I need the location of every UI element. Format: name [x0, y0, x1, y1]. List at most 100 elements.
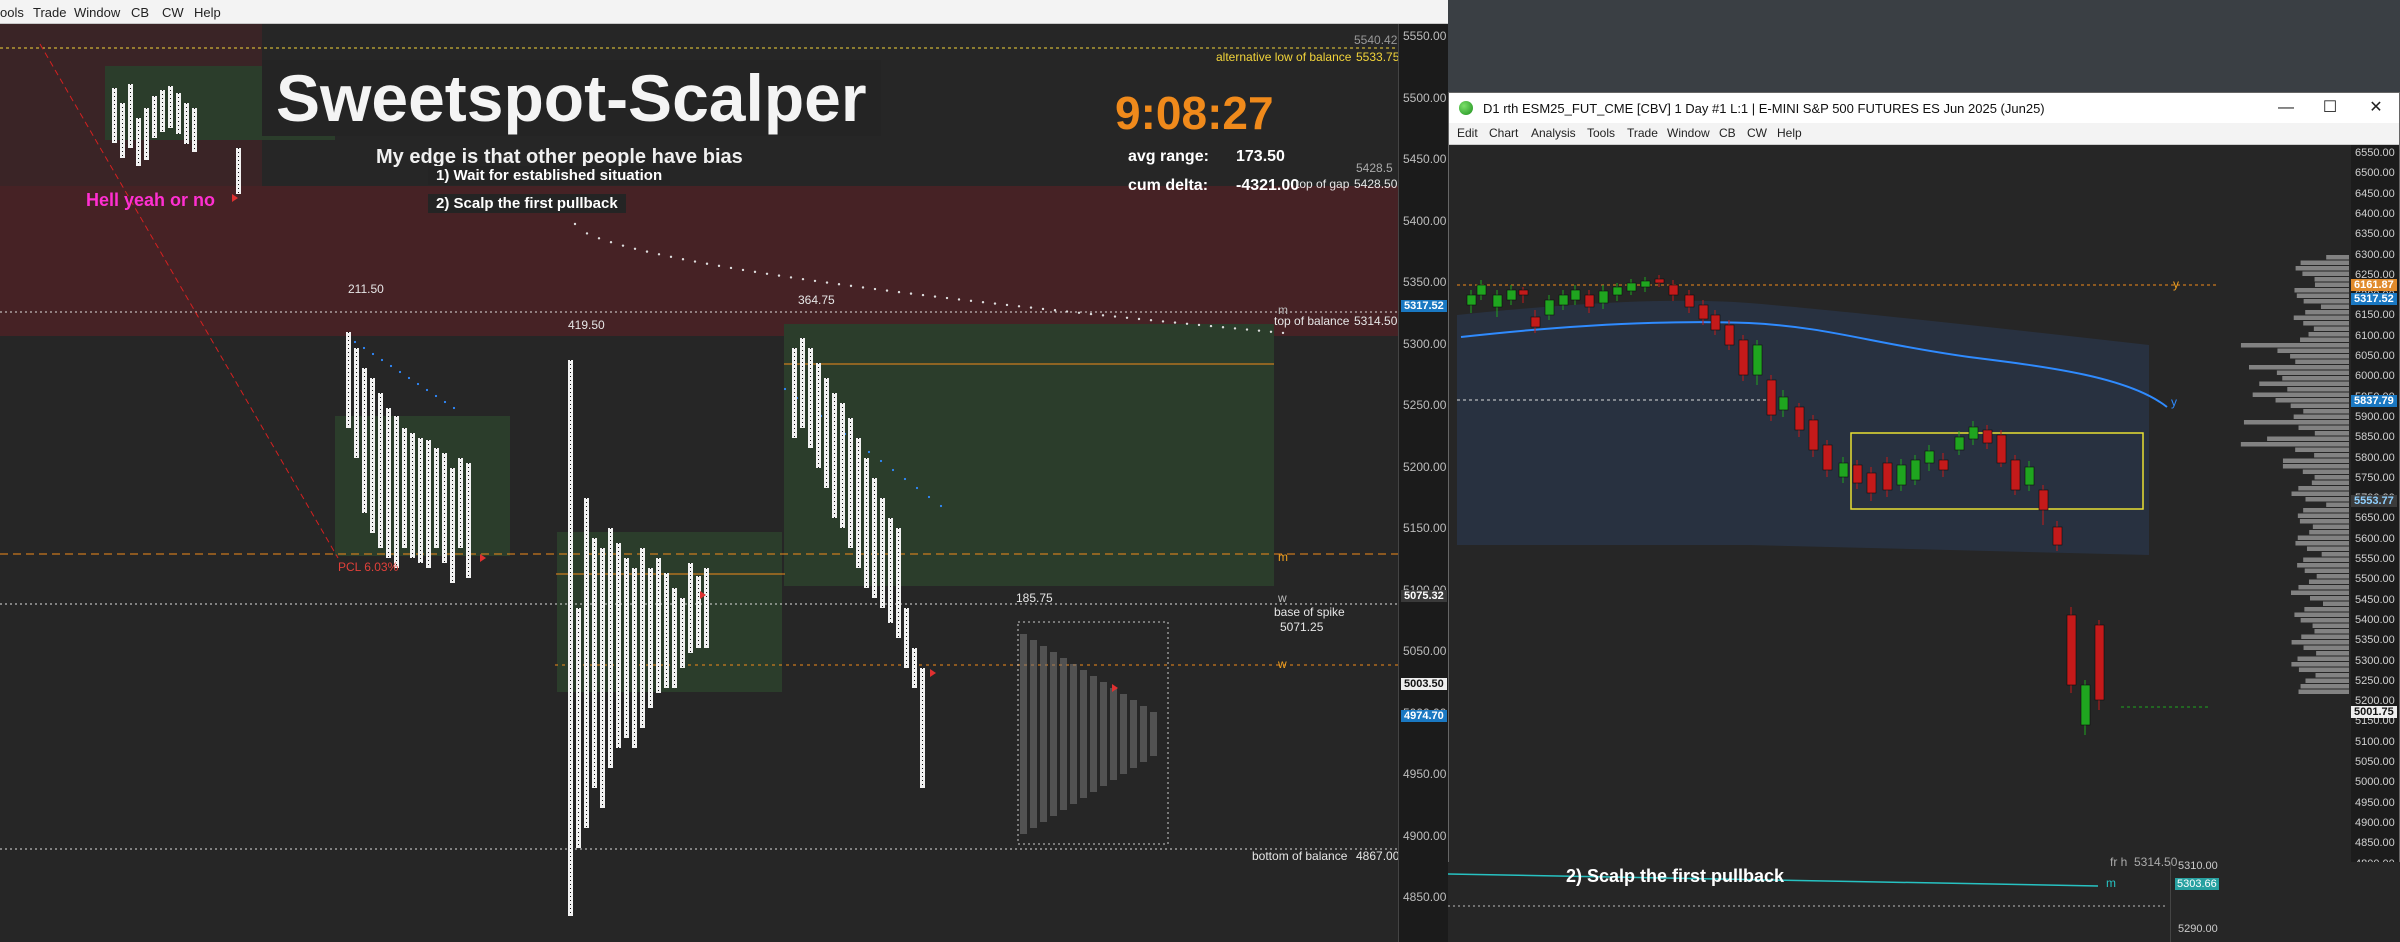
candle-body	[1997, 435, 2006, 463]
candle-body	[1507, 290, 1516, 300]
volume-profile-bar	[2253, 393, 2349, 398]
menu-chart[interactable]: Chart	[1489, 126, 1518, 140]
volume-profile-bar	[2304, 646, 2349, 651]
annot-range-185: 185.75	[1016, 591, 1053, 605]
menu-cb[interactable]: CB	[131, 5, 149, 20]
menu-cw[interactable]: CW	[162, 5, 184, 20]
menu-window-right[interactable]: Window	[1667, 126, 1710, 140]
volume-profile-bar	[2303, 409, 2349, 414]
menu-cb-right[interactable]: CB	[1719, 126, 1736, 140]
dotted-curve-point	[670, 256, 672, 258]
left-axis-tick: 5300.00	[1403, 337, 1446, 351]
volume-profile-bar	[2276, 398, 2349, 403]
menu-trade-right[interactable]: Trade	[1627, 126, 1658, 140]
left-price-axis[interactable]: 5550.00 5500.00 5450.00 5400.00 5350.00 5300.…	[1398, 24, 1448, 942]
annot-range-419: 419.50	[568, 318, 605, 332]
volume-profile-bar	[2304, 607, 2349, 612]
daily-axis-tick: 5750.00	[2355, 472, 2395, 484]
session-clock: 9:08:27	[1115, 86, 1274, 140]
menu-trade[interactable]: Trade	[33, 5, 66, 20]
menu-window[interactable]: Window	[74, 5, 120, 20]
volume-profile-bar	[2298, 657, 2349, 662]
volume-profile-bar	[2303, 470, 2349, 475]
dotted-curve-point	[934, 295, 936, 297]
volume-profile-bar	[2292, 640, 2349, 645]
daily-candlestick-chart[interactable]: y y	[1449, 145, 2349, 915]
left-price-chart[interactable]: Sweetspot-Scalper My edge is that other …	[0, 24, 1398, 942]
candle-body	[1867, 473, 1876, 493]
dotted-curve-point	[1198, 324, 1200, 326]
volume-profile-bar	[2314, 629, 2349, 634]
volume-profile-bar	[2295, 448, 2349, 453]
daily-tag-5: 5001.75	[2351, 706, 2397, 718]
dotted-curve-point	[1006, 304, 1008, 306]
close-button[interactable]: ✕	[2361, 97, 2391, 119]
dotted-curve-point	[574, 223, 576, 225]
candle-body	[2053, 527, 2062, 545]
daily-chart-window[interactable]: D1 rth ESM25_FUT_CME [CBV] 1 Day #1 L:1 …	[1448, 92, 2400, 942]
volume-profile-bar	[2297, 294, 2349, 299]
annot-y-label-1: y	[2173, 277, 2179, 291]
dotted-curve-point	[1138, 318, 1140, 320]
volume-profile-bar	[2294, 415, 2349, 420]
menu-help[interactable]: Help	[194, 5, 221, 20]
menu-tools[interactable]: ools	[0, 5, 24, 20]
maximize-button[interactable]: ☐	[2315, 97, 2345, 119]
annot-w-top: w	[1278, 591, 1287, 605]
daily-axis-tick: 6050.00	[2355, 350, 2395, 362]
lower-rule-text: 2) Scalp the first pullback	[1566, 866, 1784, 887]
candle-body	[1599, 291, 1608, 303]
blue-dot	[354, 341, 356, 343]
volume-profile-bar	[2301, 635, 2349, 640]
daily-axis-tick: 6550.00	[2355, 147, 2395, 159]
volume-profile-bar	[2300, 519, 2349, 524]
volume-profile-bar	[2291, 662, 2349, 667]
candle-body	[1983, 430, 1992, 443]
left-axis-tick: 5150.00	[1403, 521, 1446, 535]
volume-profile-bar	[2309, 332, 2349, 337]
lower-m-label: m	[2106, 876, 2116, 890]
annot-top-gap: top of gap	[1296, 177, 1349, 191]
window-titlebar[interactable]: D1 rth ESM25_FUT_CME [CBV] 1 Day #1 L:1 …	[1449, 93, 2399, 123]
candle-body	[1571, 290, 1580, 300]
dotted-curve-point	[1066, 310, 1068, 312]
volume-profile-bar	[2298, 585, 2349, 590]
candle-body	[2067, 615, 2076, 685]
volume-profile-bar	[2313, 624, 2349, 629]
minimize-button[interactable]: —	[2271, 97, 2301, 119]
daily-axis-tick: 5500.00	[2355, 573, 2395, 585]
volume-profile-bar	[2244, 420, 2349, 425]
dotted-curve-point	[718, 265, 720, 267]
dotted-curve-point	[790, 276, 792, 278]
price-bar	[832, 393, 837, 518]
price-bar	[450, 468, 455, 583]
daily-axis-tick: 6400.00	[2355, 208, 2395, 220]
lower-axis-2: 5303.66	[2175, 878, 2219, 890]
daily-tag-2: 6161.87	[2351, 279, 2397, 291]
balance-zone-b	[557, 532, 782, 692]
candle-body	[1531, 317, 1540, 327]
price-bar	[680, 598, 685, 668]
dotted-curve-point	[802, 278, 804, 280]
window-menubar: Edit Chart Analysis Tools Trade Window C…	[1449, 123, 2399, 145]
menu-edit[interactable]: Edit	[1457, 126, 1478, 140]
menu-analysis[interactable]: Analysis	[1531, 126, 1576, 140]
blue-dot	[363, 347, 365, 349]
menu-cw-right[interactable]: CW	[1747, 126, 1767, 140]
daily-price-axis[interactable]: 6550.00 6500.00 6450.00 6400.00 6350.00 6300.…	[2351, 145, 2399, 915]
daily-axis-tick: 5450.00	[2355, 594, 2395, 606]
candle-body	[1839, 463, 1848, 477]
menu-tools-right[interactable]: Tools	[1587, 126, 1615, 140]
volume-profile-bar	[2277, 371, 2349, 376]
daily-axis-tick: 5550.00	[2355, 553, 2395, 565]
dotted-curve-point	[1150, 319, 1152, 321]
dotted-curve-point	[598, 237, 600, 239]
ghost-bar	[1140, 706, 1147, 762]
dotted-curve-point	[622, 244, 624, 246]
menu-help-right[interactable]: Help	[1777, 126, 1802, 140]
daily-axis-tick: 5250.00	[2355, 675, 2395, 687]
volume-profile-bar	[2305, 310, 2349, 315]
volume-profile-bar	[2299, 426, 2349, 431]
volume-profile-bar	[2302, 272, 2349, 277]
volume-profile-bar	[2316, 673, 2349, 678]
